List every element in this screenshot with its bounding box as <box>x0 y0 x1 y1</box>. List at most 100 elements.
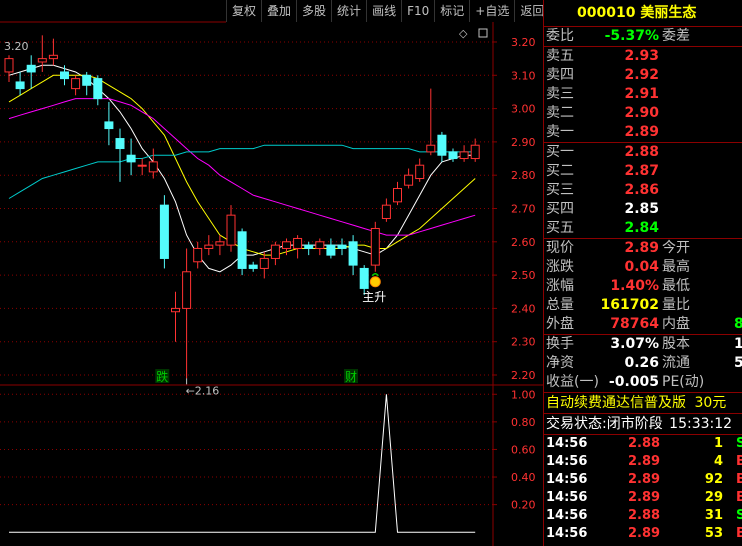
stock-title[interactable]: 000010 美丽生态 <box>544 0 742 27</box>
mark-button[interactable]: 标记 <box>434 0 470 22</box>
stat-label: 涨幅 <box>546 278 574 294</box>
candle-body <box>71 78 81 90</box>
signal-label: 主升 <box>362 290 386 304</box>
y-tick-label: 2.50 <box>511 269 536 282</box>
ask-book: 卖五 2.93 卖四 2.92 卖三 2.91 卖二 2.90 卖一 2.89 <box>544 47 742 143</box>
bid-book: 买一 2.88 买二 2.87 买三 2.86 买四 2.85 买五 2.84 <box>544 143 742 239</box>
candle-body <box>415 164 425 180</box>
promo-banner[interactable]: 自动续费通达信普及版 30元 <box>544 393 742 414</box>
bid-label: 买一 <box>546 144 574 160</box>
add-watchlist-button[interactable]: +自选 <box>469 0 515 22</box>
financial-stats: 换手 3.07% 股本 1 净资 0.26 流通 5 收益(一) -0.005 PE(动) <box>544 335 742 393</box>
tick-volume: 1 <box>713 436 723 451</box>
ask-price: 2.92 <box>624 67 659 83</box>
stat-label: 涨跌 <box>546 259 574 275</box>
stat-row: 总量 161702 量比 <box>544 296 742 315</box>
overlay-button[interactable]: 叠加 <box>261 0 297 22</box>
promo-text: 自动续费通达信普及版 <box>546 395 686 411</box>
candle-body <box>126 154 136 163</box>
tick-time: 14:56 <box>546 436 588 451</box>
diamond-icon: ◇ <box>459 27 468 40</box>
kline-chart[interactable]: 3.20 3.10 3.00 2.90 2.80 2.70 2.60 2.50 2.40 2.30… <box>0 0 543 546</box>
fin-label-2: PE(动) <box>662 374 705 390</box>
tick-price: 2.89 <box>628 526 661 541</box>
ask-row: 卖二 2.90 <box>544 104 742 123</box>
candle-body <box>37 58 47 63</box>
candle-body <box>182 271 192 309</box>
candle-body <box>137 164 147 167</box>
ask-row: 卖三 2.91 <box>544 85 742 104</box>
bid-label: 买三 <box>546 182 574 198</box>
y-tick-label: 3.20 <box>511 36 536 49</box>
candle-body <box>193 247 203 263</box>
restore-rights-button[interactable]: 复权 <box>226 0 262 22</box>
stat-label-2: 内盘 <box>662 316 690 332</box>
tick-volume: 29 <box>704 490 723 505</box>
ask-row: 卖一 2.89 <box>544 123 742 143</box>
tick-time: 14:56 <box>546 490 588 505</box>
candle-body <box>115 138 125 150</box>
stat-label-2: 今开 <box>662 240 690 256</box>
stat-row: 涨幅 1.40% 最低 <box>544 277 742 296</box>
weibi-row: 委比 -5.37% 委差 <box>544 27 742 47</box>
bid-row: 买四 2.85 <box>544 200 742 219</box>
tick-volume: 53 <box>704 526 723 541</box>
bid-price: 2.88 <box>624 144 659 160</box>
signal-leaf-icon <box>371 273 379 277</box>
tick-row: 14:56 2.89 4 B <box>544 453 742 471</box>
fin-value-2: 5 <box>734 355 742 371</box>
event-marker: 财 <box>345 370 357 384</box>
tick-price: 2.89 <box>628 454 661 469</box>
candle-body <box>104 121 114 130</box>
candle-body <box>381 204 391 219</box>
candle-body <box>148 161 158 173</box>
tick-time: 14:56 <box>546 508 588 523</box>
candle-body <box>359 267 369 289</box>
candle-body <box>448 151 458 160</box>
sub-y-tick-label: 0.40 <box>511 471 536 484</box>
ask-label: 卖一 <box>546 124 574 140</box>
weicha-label: 委差 <box>662 28 690 44</box>
candle-body <box>259 257 269 269</box>
stock-code: 000010 <box>577 5 636 21</box>
candle-body <box>348 241 358 266</box>
stat-value-2: 8 <box>734 316 742 332</box>
tick-list[interactable]: 14:56 2.88 1 S 14:56 2.89 4 B 14:56 2.89 92 B 14:… <box>544 435 742 543</box>
ask-price: 2.91 <box>624 86 659 102</box>
trade-status-phase: 闭市阶段 <box>606 416 663 432</box>
candle-body <box>237 231 247 269</box>
candle-body <box>48 54 58 60</box>
y-tick-label: 2.30 <box>511 336 536 349</box>
ma-line-ma10 <box>8 74 476 256</box>
promo-price: 30元 <box>694 395 727 411</box>
trade-status-time: 15:33:12 <box>669 416 733 432</box>
tick-side: B <box>736 490 742 505</box>
event-marker: 跌 <box>156 369 168 384</box>
ask-row: 卖五 2.93 <box>544 47 742 66</box>
bid-price: 2.87 <box>624 163 659 179</box>
bid-price: 2.85 <box>624 201 659 217</box>
statistics-button[interactable]: 统计 <box>331 0 367 22</box>
candle-body <box>4 58 14 73</box>
ask-label: 卖四 <box>546 67 574 83</box>
stat-value: 1.40% <box>610 278 659 294</box>
y-tick-label: 2.40 <box>511 302 536 315</box>
f10-button[interactable]: F10 <box>401 0 435 22</box>
candle-body <box>459 151 469 160</box>
stat-row: 现价 2.89 今开 <box>544 239 742 258</box>
candle-body <box>171 307 180 313</box>
trade-status-label: 交易状态: <box>546 416 607 432</box>
quote-panel: 000010 美丽生态 委比 -5.37% 委差 卖五 2.93 卖四 2.92 卖… <box>543 0 742 546</box>
bid-row: 买二 2.87 <box>544 162 742 181</box>
tick-time: 14:56 <box>546 454 588 469</box>
candle-body <box>426 144 436 153</box>
ask-label: 卖三 <box>546 86 574 102</box>
fin-value-2: 1 <box>734 336 742 352</box>
multi-stock-button[interactable]: 多股 <box>296 0 332 22</box>
candle-body <box>270 244 280 259</box>
stat-label: 总量 <box>546 297 574 313</box>
stat-label-2: 最低 <box>662 278 690 294</box>
draw-line-button[interactable]: 画线 <box>366 0 402 22</box>
stat-value: 78764 <box>610 316 659 332</box>
candle-body <box>293 237 303 249</box>
